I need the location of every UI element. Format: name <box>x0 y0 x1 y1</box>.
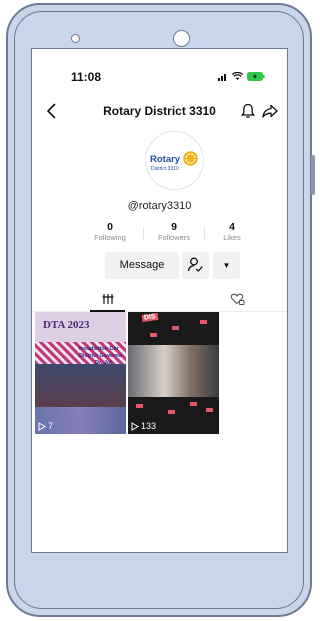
user-check-icon <box>187 257 203 272</box>
stat-likes[interactable]: 4 Likes <box>202 222 262 243</box>
status-time: 11:08 <box>71 70 102 84</box>
thumbnail-sticker: DIS <box>141 312 159 323</box>
grid-icon <box>102 294 113 304</box>
stat-label: Likes <box>223 233 241 242</box>
tab-videos[interactable] <box>70 289 145 312</box>
wifi-icon <box>232 72 243 80</box>
video-thumbnail[interactable]: DTA 2023 Installation Cer District Gover… <box>35 312 126 434</box>
view-count-value: 133 <box>141 421 157 431</box>
thumbnail-caption: District Governo <box>79 353 123 359</box>
sticker-shape <box>172 326 179 330</box>
signal-icon <box>218 73 226 81</box>
stat-label: Following <box>94 233 126 242</box>
profile-stats: 0 Following 9 Followers 4 Likes <box>32 222 287 246</box>
thumbnail-logo-text: DTA 2023 <box>43 319 90 331</box>
rotary-wheel-icon <box>183 151 198 166</box>
sticker-shape <box>190 402 197 406</box>
view-count-value: 7 <box>48 421 54 431</box>
sticker-shape <box>200 320 207 324</box>
avatar[interactable]: Rotary District 3310 <box>145 131 204 190</box>
sensor-dot <box>71 34 80 43</box>
sticker-shape <box>150 333 157 337</box>
thumbnail-caption: Installation Cer <box>79 346 119 352</box>
video-thumbnail[interactable]: DIS C 133 <box>128 312 219 434</box>
message-button[interactable]: Message <box>105 252 179 279</box>
stat-value: 4 <box>229 221 235 233</box>
thumbnail-photo <box>128 345 219 397</box>
avatar-logo-subtext: District 3310 <box>151 166 179 172</box>
sticker-shape <box>168 410 175 414</box>
share-icon[interactable] <box>261 102 279 120</box>
profile-header: Rotary District 3310 <box>32 101 287 123</box>
following-status-button[interactable] <box>182 252 209 279</box>
view-count: 7 <box>38 421 53 431</box>
profile-tabs <box>32 289 287 312</box>
heart-lock-icon <box>230 293 244 305</box>
profile-actions: Message ▼ <box>32 252 287 280</box>
sticker-shape <box>136 404 143 408</box>
battery-icon <box>247 72 265 81</box>
sticker-shape <box>206 408 213 412</box>
caret-down-icon: ▼ <box>222 261 231 270</box>
app-screen: 11:08 Rotary District 3310 Rotary Distri… <box>31 48 288 553</box>
status-bar: 11:08 <box>32 70 287 88</box>
front-camera <box>173 30 190 47</box>
stat-followers[interactable]: 9 Followers <box>144 222 204 243</box>
stat-label: Followers <box>157 233 191 242</box>
username: @rotary3310 <box>127 200 192 212</box>
stat-value: 9 <box>171 221 177 233</box>
bell-icon[interactable] <box>239 102 257 120</box>
view-count: 133 <box>131 421 156 431</box>
play-icon <box>38 421 46 431</box>
status-icons <box>218 72 265 81</box>
side-button <box>311 155 315 195</box>
stat-following[interactable]: 0 Following <box>80 222 140 243</box>
video-grid: DTA 2023 Installation Cer District Gover… <box>33 312 287 436</box>
avatar-logo-text: Rotary <box>150 154 181 165</box>
play-icon <box>131 421 139 431</box>
tab-liked[interactable] <box>212 289 262 311</box>
more-options-button[interactable]: ▼ <box>213 252 240 279</box>
stat-value: 0 <box>107 221 113 233</box>
